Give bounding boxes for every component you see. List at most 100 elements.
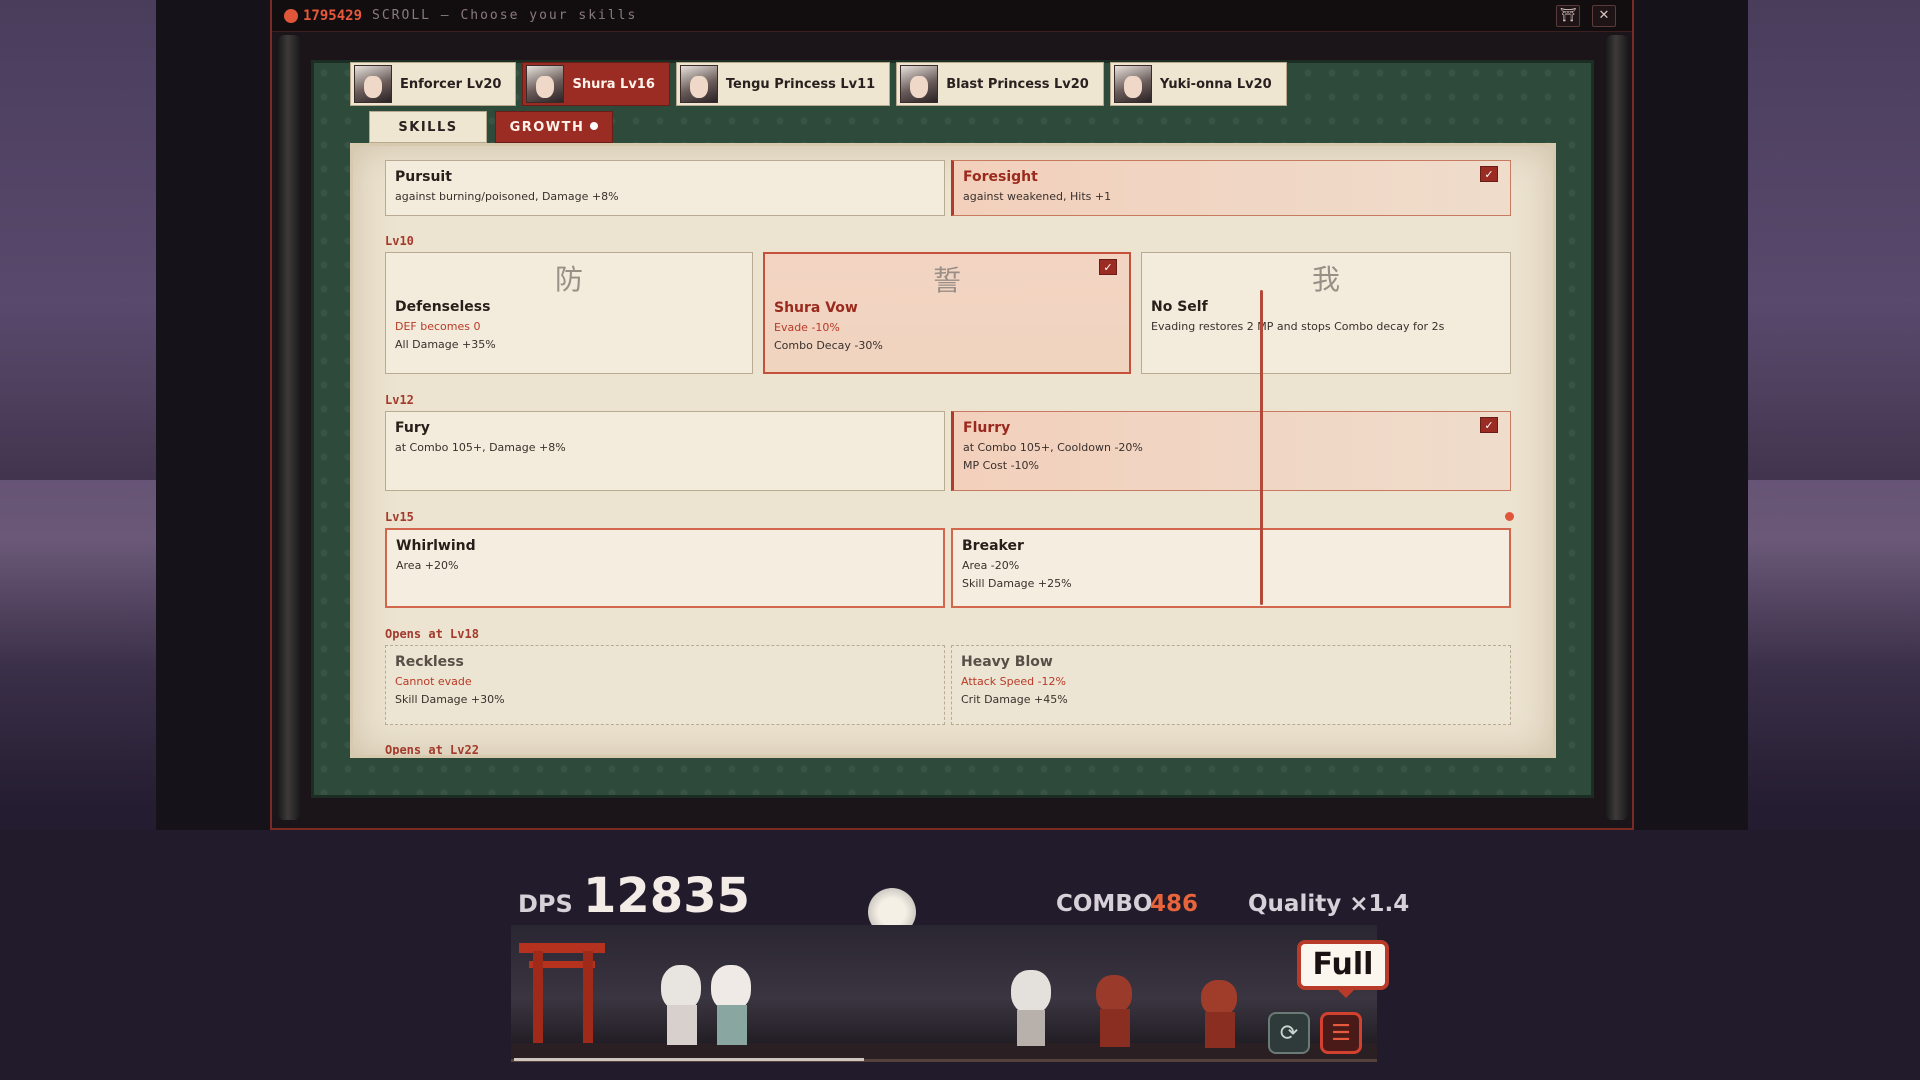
character-tabs: Enforcer Lv20 Shura Lv16 Tengu Princess … — [350, 62, 1287, 108]
skill-name: Fury — [395, 420, 430, 436]
skill-list-scrollbar[interactable] — [1260, 290, 1263, 605]
skill-card-pursuit[interactable]: Pursuit against burning/poisoned, Damage… — [385, 160, 945, 216]
skill-list[interactable]: Pursuit against burning/poisoned, Damage… — [353, 146, 1553, 755]
new-indicator-icon — [1505, 512, 1514, 521]
combo-label: COMBO — [1056, 891, 1153, 917]
skill-name: Flurry — [963, 420, 1011, 436]
tab-growth[interactable]: GROWTH — [495, 111, 613, 143]
skill-name: Defenseless — [395, 299, 491, 315]
skill-desc: Combo Decay -30% — [774, 339, 883, 352]
skill-kanji: 防 — [554, 263, 583, 296]
combo-value: 486 — [1150, 891, 1199, 917]
character-tab-tengu-princess[interactable]: Tengu Princess Lv11 — [675, 62, 891, 106]
badge-tail — [1336, 988, 1356, 998]
character-tab-enforcer[interactable]: Enforcer Lv20 — [350, 62, 517, 106]
skill-card-whirlwind[interactable]: Whirlwind Area +20% — [385, 528, 945, 608]
skill-name: No Self — [1151, 299, 1208, 315]
window-title: SCROLL — Choose your skills — [372, 8, 638, 23]
portrait-icon — [526, 65, 565, 103]
checkmark-icon: ✓ — [1480, 417, 1498, 433]
character-tab-label: Enforcer Lv20 — [400, 76, 502, 92]
tab-skills[interactable]: SKILLS — [369, 111, 487, 143]
skill-card-heavy-blow: Heavy Blow Attack Speed -12% Crit Damage… — [951, 645, 1511, 725]
skill-name: Pursuit — [395, 169, 452, 185]
checkmark-icon: ✓ — [1480, 166, 1498, 182]
skill-card-reckless: Reckless Cannot evade Skill Damage +30% — [385, 645, 945, 725]
refresh-icon: ⟳ — [1279, 1020, 1299, 1046]
skill-paper: Pursuit against burning/poisoned, Damage… — [350, 143, 1556, 758]
skill-desc: Evading restores 2 MP and stops Combo de… — [1151, 320, 1445, 333]
titlebar: 1795429 SCROLL — Choose your skills ⛩ ✕ — [272, 0, 1632, 32]
character-tab-blast-princess[interactable]: Blast Princess Lv20 — [896, 62, 1104, 106]
skill-card-defenseless[interactable]: 防 Defenseless DEF becomes 0 All Damage +… — [385, 252, 753, 374]
skill-name: Whirlwind — [396, 538, 476, 554]
full-status-badge: Full — [1297, 940, 1389, 990]
skill-card-flurry[interactable]: Flurry at Combo 105+, Cooldown -20% MP C… — [951, 411, 1511, 491]
skill-name: Shura Vow — [774, 300, 858, 316]
torii-post — [533, 951, 543, 1051]
scroll-window: 1795429 SCROLL — Choose your skills ⛩ ✕ … — [270, 0, 1634, 830]
level-label-lv15: Lv15 — [385, 510, 414, 524]
skill-desc: Evade -10% — [774, 321, 840, 334]
close-button[interactable]: ✕ — [1592, 5, 1616, 27]
checkmark-icon: ✓ — [1099, 259, 1117, 275]
skill-name: Heavy Blow — [961, 654, 1053, 670]
quality-multiplier: Quality ×1.4 — [1248, 891, 1410, 917]
scroll-rod-right — [1606, 35, 1628, 820]
character-tab-yuki-onna[interactable]: Yuki-onna Lv20 — [1109, 62, 1287, 106]
torii-post — [583, 951, 593, 1051]
menu-icon: ☰ — [1331, 1020, 1351, 1046]
portrait-icon — [900, 65, 939, 103]
skill-desc: DEF becomes 0 — [395, 320, 481, 333]
portrait-icon — [1113, 65, 1152, 103]
skill-desc: All Damage +35% — [395, 338, 496, 351]
tab-growth-label: GROWTH — [509, 120, 585, 135]
dps-value: 12835 — [583, 868, 750, 924]
coin-icon — [284, 8, 298, 23]
notification-dot-icon — [590, 122, 599, 130]
skill-desc: against weakened, Hits +1 — [963, 190, 1112, 203]
skill-desc: Crit Damage +45% — [961, 693, 1068, 706]
skill-desc: Skill Damage +30% — [395, 693, 505, 706]
ground — [511, 1043, 1377, 1059]
skill-name: Reckless — [395, 654, 464, 670]
skill-desc: Area +20% — [396, 559, 459, 572]
level-label-lv18: Opens at Lv18 — [385, 627, 479, 641]
skill-desc: at Combo 105+, Cooldown -20% — [963, 441, 1143, 454]
skill-card-no-self[interactable]: 我 No Self Evading restores 2 MP and stop… — [1141, 252, 1511, 374]
tab-skills-label: SKILLS — [398, 120, 458, 135]
character-tab-label: Blast Princess Lv20 — [946, 76, 1089, 92]
character-tab-label: Shura Lv16 — [572, 76, 655, 92]
battle-scene — [511, 925, 1377, 1062]
skill-desc: Attack Speed -12% — [961, 675, 1067, 688]
skill-desc: against burning/poisoned, Damage +8% — [395, 190, 619, 203]
skill-desc: at Combo 105+, Damage +8% — [395, 441, 566, 454]
skill-card-fury[interactable]: Fury at Combo 105+, Damage +8% — [385, 411, 945, 491]
dps-label: DPS — [518, 890, 573, 918]
menu-button[interactable]: ☰ — [1320, 1012, 1362, 1054]
skill-kanji: 我 — [1311, 263, 1340, 296]
portrait-icon — [354, 65, 392, 103]
coin-count: 1795429 — [303, 7, 363, 24]
skill-desc: Skill Damage +25% — [962, 577, 1072, 590]
skill-card-shura-vow[interactable]: 誓 Shura Vow Evade -10% Combo Decay -30% … — [763, 252, 1131, 374]
skill-card-foresight[interactable]: Foresight against weakened, Hits +1 ✓ — [951, 160, 1511, 216]
scroll-rod-left — [278, 35, 300, 820]
skill-name: Foresight — [963, 169, 1038, 185]
refresh-button[interactable]: ⟳ — [1268, 1012, 1310, 1054]
character-tab-shura[interactable]: Shura Lv16 — [522, 62, 670, 106]
level-label-lv22: Opens at Lv22 — [385, 743, 479, 757]
level-label-lv12: Lv12 — [385, 393, 414, 407]
stage-progress-bar — [514, 1058, 864, 1061]
skill-desc: MP Cost -10% — [963, 459, 1039, 472]
skill-card-breaker[interactable]: Breaker Area -20% Skill Damage +25% — [951, 528, 1511, 608]
portrait-icon — [679, 65, 718, 103]
character-tab-label: Yuki-onna Lv20 — [1159, 76, 1272, 92]
character-tab-label: Tengu Princess Lv11 — [725, 76, 876, 92]
skill-desc: Area -20% — [962, 559, 1020, 572]
skill-desc: Cannot evade — [395, 675, 472, 688]
level-label-lv10: Lv10 — [385, 234, 414, 248]
shrine-icon[interactable]: ⛩ — [1556, 5, 1580, 27]
skill-name: Breaker — [962, 538, 1024, 554]
skill-kanji: 誓 — [932, 264, 961, 297]
